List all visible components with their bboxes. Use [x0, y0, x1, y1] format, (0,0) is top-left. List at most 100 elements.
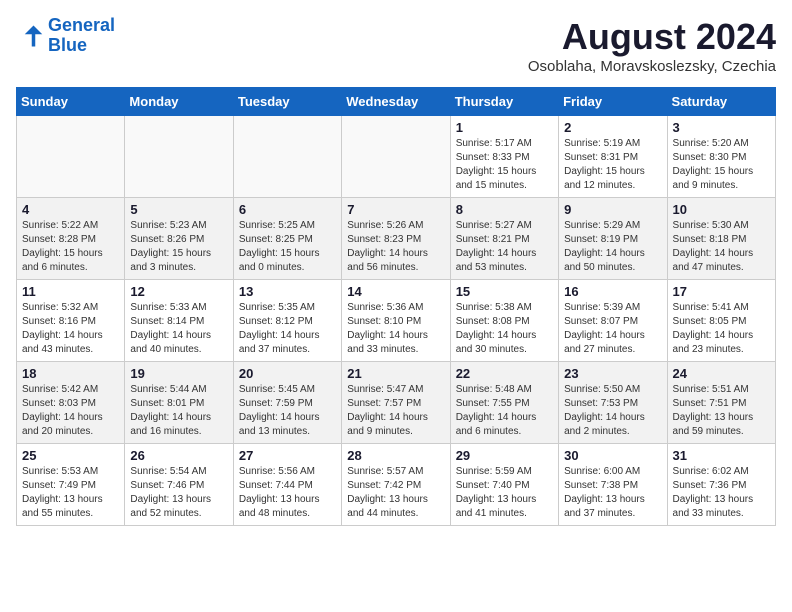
week-row-4: 18 Sunrise: 5:42 AM Sunset: 8:03 PM Dayli… — [17, 362, 776, 444]
logo: General Blue — [16, 16, 115, 56]
day-info: Sunrise: 5:23 AM Sunset: 8:26 PM Dayligh… — [130, 219, 227, 275]
month-title: August 2024 — [528, 16, 776, 58]
day-number: 12 — [130, 284, 227, 299]
day-info: Sunrise: 5:53 AM Sunset: 7:49 PM Dayligh… — [22, 465, 119, 521]
day-number: 29 — [456, 448, 553, 463]
day-info: Sunrise: 5:39 AM Sunset: 8:07 PM Dayligh… — [564, 301, 661, 357]
day-number: 23 — [564, 366, 661, 381]
day-info: Sunrise: 5:30 AM Sunset: 8:18 PM Dayligh… — [673, 219, 770, 275]
day-info: Sunrise: 5:48 AM Sunset: 7:55 PM Dayligh… — [456, 383, 553, 439]
day-info: Sunrise: 5:44 AM Sunset: 8:01 PM Dayligh… — [130, 383, 227, 439]
col-header-saturday: Saturday — [667, 88, 775, 116]
logo-text: General Blue — [48, 16, 115, 56]
day-number: 27 — [239, 448, 336, 463]
week-row-5: 25 Sunrise: 5:53 AM Sunset: 7:49 PM Dayli… — [17, 444, 776, 526]
day-number: 4 — [22, 202, 119, 217]
day-info: Sunrise: 5:41 AM Sunset: 8:05 PM Dayligh… — [673, 301, 770, 357]
day-info: Sunrise: 5:27 AM Sunset: 8:21 PM Dayligh… — [456, 219, 553, 275]
day-info: Sunrise: 6:00 AM Sunset: 7:38 PM Dayligh… — [564, 465, 661, 521]
day-cell: 6 Sunrise: 5:25 AM Sunset: 8:25 PM Daylig… — [233, 198, 341, 280]
day-cell: 3 Sunrise: 5:20 AM Sunset: 8:30 PM Daylig… — [667, 116, 775, 198]
day-number: 24 — [673, 366, 770, 381]
day-cell: 14 Sunrise: 5:36 AM Sunset: 8:10 PM Dayli… — [342, 280, 450, 362]
day-number: 5 — [130, 202, 227, 217]
day-number: 30 — [564, 448, 661, 463]
day-info: Sunrise: 5:50 AM Sunset: 7:53 PM Dayligh… — [564, 383, 661, 439]
day-info: Sunrise: 5:19 AM Sunset: 8:31 PM Dayligh… — [564, 137, 661, 193]
day-number: 6 — [239, 202, 336, 217]
day-cell: 21Sunrise: 5:47 AM Sunset: 7:57 PM Dayli… — [342, 362, 450, 444]
day-info: Sunrise: 5:22 AM Sunset: 8:28 PM Dayligh… — [22, 219, 119, 275]
logo-line2: Blue — [48, 35, 87, 55]
week-row-1: 1 Sunrise: 5:17 AM Sunset: 8:33 PM Daylig… — [17, 116, 776, 198]
day-cell: 1 Sunrise: 5:17 AM Sunset: 8:33 PM Daylig… — [450, 116, 558, 198]
day-cell: 27 Sunrise: 5:56 AM Sunset: 7:44 PM Dayli… — [233, 444, 341, 526]
day-cell: 12 Sunrise: 5:33 AM Sunset: 8:14 PM Dayli… — [125, 280, 233, 362]
day-info: Sunrise: 5:36 AM Sunset: 8:10 PM Dayligh… — [347, 301, 444, 357]
day-info: Sunrise: 6:02 AM Sunset: 7:36 PM Dayligh… — [673, 465, 770, 521]
day-number: 19 — [130, 366, 227, 381]
day-cell: 2Sunrise: 5:19 AM Sunset: 8:31 PM Daylig… — [559, 116, 667, 198]
day-info: Sunrise: 5:17 AM Sunset: 8:33 PM Dayligh… — [456, 137, 553, 193]
day-cell: 18 Sunrise: 5:42 AM Sunset: 8:03 PM Dayli… — [17, 362, 125, 444]
week-row-2: 4 Sunrise: 5:22 AM Sunset: 8:28 PM Daylig… — [17, 198, 776, 280]
header-row: SundayMondayTuesdayWednesdayThursdayFrid… — [17, 88, 776, 116]
calendar-table: SundayMondayTuesdayWednesdayThursdayFrid… — [16, 87, 776, 526]
day-info: Sunrise: 5:42 AM Sunset: 8:03 PM Dayligh… — [22, 383, 119, 439]
day-number: 31 — [673, 448, 770, 463]
day-cell: 4 Sunrise: 5:22 AM Sunset: 8:28 PM Daylig… — [17, 198, 125, 280]
day-number: 7 — [347, 202, 444, 217]
day-cell: 23 Sunrise: 5:50 AM Sunset: 7:53 PM Dayli… — [559, 362, 667, 444]
day-number: 1 — [456, 120, 553, 135]
day-number: 14 — [347, 284, 444, 299]
day-info: Sunrise: 5:45 AM Sunset: 7:59 PM Dayligh… — [239, 383, 336, 439]
day-cell: 29 Sunrise: 5:59 AM Sunset: 7:40 PM Dayli… — [450, 444, 558, 526]
day-cell — [17, 116, 125, 198]
day-number: 28 — [347, 448, 444, 463]
day-number: 10 — [673, 202, 770, 217]
day-number: 15 — [456, 284, 553, 299]
day-info: Sunrise: 5:25 AM Sunset: 8:25 PM Dayligh… — [239, 219, 336, 275]
day-info: Sunrise: 5:56 AM Sunset: 7:44 PM Dayligh… — [239, 465, 336, 521]
day-number: 26 — [130, 448, 227, 463]
day-cell: 17 Sunrise: 5:41 AM Sunset: 8:05 PM Dayli… — [667, 280, 775, 362]
day-info: Sunrise: 5:20 AM Sunset: 8:30 PM Dayligh… — [673, 137, 770, 193]
day-number: 13 — [239, 284, 336, 299]
day-info: Sunrise: 5:59 AM Sunset: 7:40 PM Dayligh… — [456, 465, 553, 521]
col-header-tuesday: Tuesday — [233, 88, 341, 116]
col-header-monday: Monday — [125, 88, 233, 116]
day-cell: 26 Sunrise: 5:54 AM Sunset: 7:46 PM Dayli… — [125, 444, 233, 526]
page-header: General Blue August 2024 Osoblaha, Morav… — [16, 16, 776, 75]
day-info: Sunrise: 5:47 AM Sunset: 7:57 PM Dayligh… — [347, 383, 444, 439]
day-number: 17 — [673, 284, 770, 299]
day-cell: 16 Sunrise: 5:39 AM Sunset: 8:07 PM Dayli… — [559, 280, 667, 362]
day-number: 9 — [564, 202, 661, 217]
day-cell: 22 Sunrise: 5:48 AM Sunset: 7:55 PM Dayli… — [450, 362, 558, 444]
day-info: Sunrise: 5:33 AM Sunset: 8:14 PM Dayligh… — [130, 301, 227, 357]
day-cell — [233, 116, 341, 198]
day-info: Sunrise: 5:54 AM Sunset: 7:46 PM Dayligh… — [130, 465, 227, 521]
day-info: Sunrise: 5:35 AM Sunset: 8:12 PM Dayligh… — [239, 301, 336, 357]
day-cell: 28 Sunrise: 5:57 AM Sunset: 7:42 PM Dayli… — [342, 444, 450, 526]
logo-icon — [16, 22, 44, 50]
day-cell: 9Sunrise: 5:29 AM Sunset: 8:19 PM Daylig… — [559, 198, 667, 280]
week-row-3: 11 Sunrise: 5:32 AM Sunset: 8:16 PM Dayli… — [17, 280, 776, 362]
day-number: 25 — [22, 448, 119, 463]
day-number: 3 — [673, 120, 770, 135]
day-number: 16 — [564, 284, 661, 299]
col-header-friday: Friday — [559, 88, 667, 116]
day-number: 18 — [22, 366, 119, 381]
col-header-thursday: Thursday — [450, 88, 558, 116]
day-number: 11 — [22, 284, 119, 299]
day-number: 22 — [456, 366, 553, 381]
day-cell: 13 Sunrise: 5:35 AM Sunset: 8:12 PM Dayli… — [233, 280, 341, 362]
day-cell — [125, 116, 233, 198]
day-cell: 8Sunrise: 5:27 AM Sunset: 8:21 PM Daylig… — [450, 198, 558, 280]
day-info: Sunrise: 5:38 AM Sunset: 8:08 PM Dayligh… — [456, 301, 553, 357]
col-header-wednesday: Wednesday — [342, 88, 450, 116]
day-info: Sunrise: 5:32 AM Sunset: 8:16 PM Dayligh… — [22, 301, 119, 357]
day-cell — [342, 116, 450, 198]
day-info: Sunrise: 5:57 AM Sunset: 7:42 PM Dayligh… — [347, 465, 444, 521]
day-cell: 31 Sunrise: 6:02 AM Sunset: 7:36 PM Dayli… — [667, 444, 775, 526]
logo-line1: General — [48, 15, 115, 35]
